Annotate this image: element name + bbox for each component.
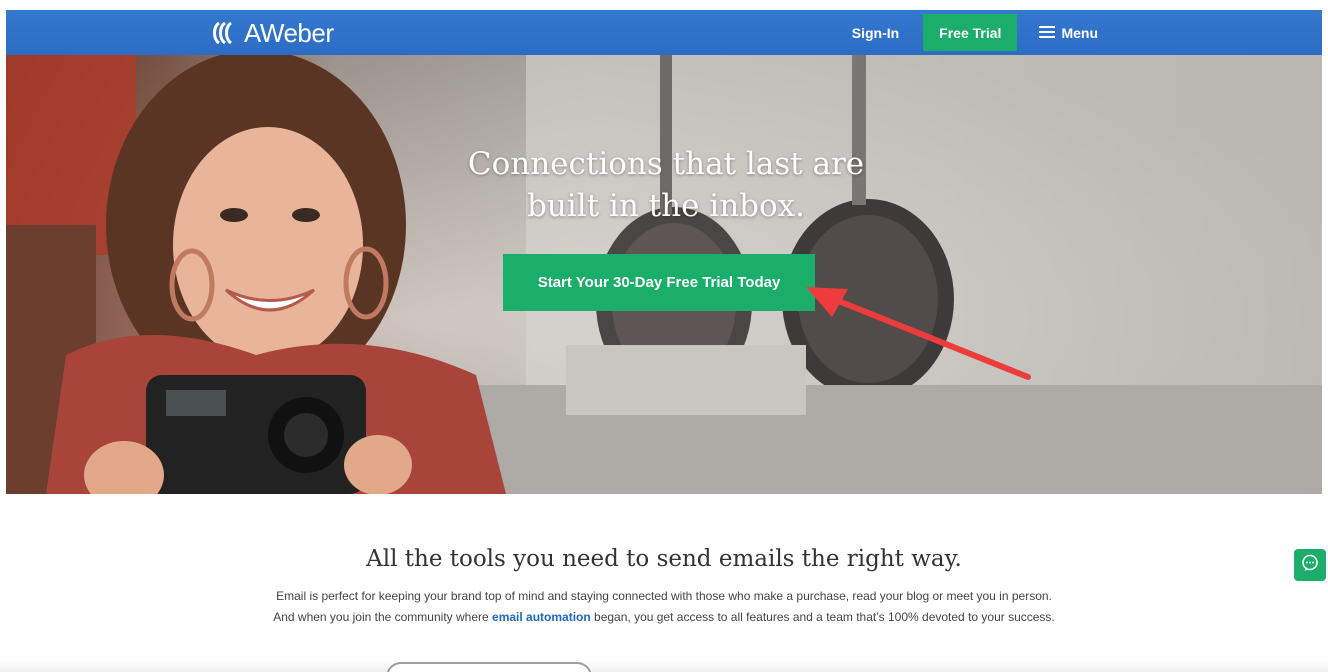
section-description: Email is perfect for keeping your brand … bbox=[0, 586, 1328, 628]
aweber-logo[interactable]: AWeber bbox=[210, 17, 334, 49]
logo-text: AWeber bbox=[244, 17, 334, 48]
free-trial-button[interactable]: Free Trial bbox=[923, 14, 1018, 51]
nav-right: Sign-In Free Trial Menu bbox=[852, 14, 1098, 51]
section-description-line-1: Email is perfect for keeping your brand … bbox=[276, 589, 1052, 603]
menu-label: Menu bbox=[1061, 24, 1098, 41]
hamburger-icon bbox=[1039, 25, 1056, 41]
top-navbar: AWeber Sign-In Free Trial Menu bbox=[6, 10, 1322, 55]
hero-banner: Connections that last are built in the i… bbox=[6, 55, 1322, 494]
bottom-fade bbox=[0, 660, 1328, 672]
menu-button[interactable]: Menu bbox=[1039, 25, 1098, 41]
chat-button[interactable] bbox=[1294, 549, 1326, 581]
description-text-before-link: And when you join the community where bbox=[273, 610, 493, 624]
description-text-after-link: began, you get access to all features an… bbox=[590, 610, 1055, 624]
aweber-logo-icon bbox=[210, 21, 240, 45]
chat-bubble-icon bbox=[1301, 554, 1319, 577]
bottom-tab-pill[interactable] bbox=[386, 662, 592, 672]
red-arrow-annotation bbox=[806, 287, 1031, 380]
section-title: All the tools you need to send emails th… bbox=[366, 546, 962, 572]
sign-in-link[interactable]: Sign-In bbox=[852, 25, 899, 41]
section-description-line-2: And when you join the community where em… bbox=[0, 607, 1328, 628]
email-automation-link[interactable]: email automation bbox=[492, 610, 591, 624]
